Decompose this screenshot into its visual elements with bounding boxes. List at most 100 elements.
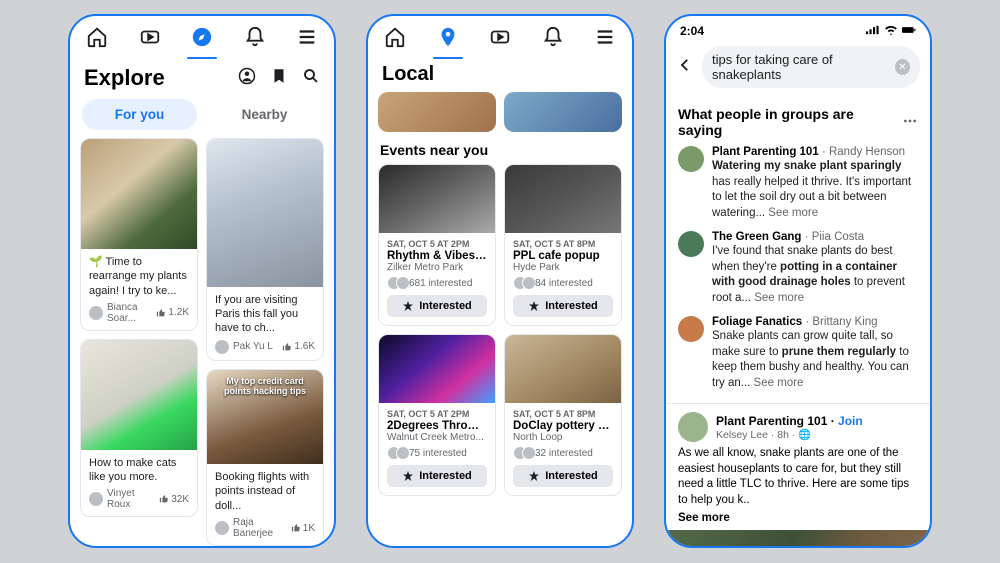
card-likes: 1.6K: [294, 341, 315, 352]
back-button[interactable]: [676, 56, 694, 79]
signal-icon: [866, 24, 880, 38]
bell-icon[interactable]: [542, 26, 564, 53]
explore-tabs: For you Nearby: [70, 99, 334, 138]
event-image: [505, 335, 621, 403]
search-icon[interactable]: [302, 67, 320, 90]
event-card[interactable]: SAT, OCT 5 AT 2PM Rhythm & Vibes Dan... …: [378, 164, 496, 326]
category-chip[interactable]: [504, 92, 622, 132]
avatar: [89, 492, 103, 506]
battery-icon: [902, 24, 916, 38]
status-time: 2:04: [680, 24, 704, 38]
interested-button[interactable]: Interested: [387, 295, 487, 317]
event-title: Rhythm & Vibes Dan...: [379, 249, 495, 262]
category-chip[interactable]: [378, 92, 496, 132]
event-card[interactable]: SAT, OCT 5 AT 2PM 2Degrees Throwback Wal…: [378, 334, 496, 496]
page-title: Explore: [84, 65, 165, 91]
post-image: [666, 530, 930, 548]
explore-icon[interactable]: [191, 26, 213, 53]
event-card[interactable]: SAT, OCT 5 AT 8PM PPL cafe popup Hyde Pa…: [504, 164, 622, 326]
group-snippet[interactable]: The Green Gang · Piia Costa I've found t…: [666, 231, 930, 316]
card-likes: 32K: [171, 494, 189, 505]
avatar: [215, 340, 229, 354]
event-title: PPL cafe popup: [505, 249, 621, 262]
post-text: As we all know, snake plants are one of …: [678, 446, 918, 508]
video-icon[interactable]: [489, 26, 511, 53]
event-interested-count: 75 interested: [379, 446, 495, 465]
event-interested-count: 32 interested: [505, 446, 621, 465]
group-avatar: [678, 231, 704, 257]
event-place: Zilker Metro Park: [379, 262, 495, 276]
join-link[interactable]: Join: [838, 414, 863, 428]
event-image: [379, 335, 495, 403]
tab-for-you[interactable]: For you: [82, 99, 197, 130]
event-image: [505, 165, 621, 233]
search-query-text: tips for taking care of snakeplants: [712, 52, 895, 82]
event-image: [379, 165, 495, 233]
card-likes: 1.2K: [168, 307, 189, 318]
see-more[interactable]: See more: [754, 292, 804, 304]
group-avatar: [678, 316, 704, 342]
card-likes: 1K: [303, 523, 315, 534]
card-author: Bianca Soar...: [107, 302, 152, 324]
home-icon[interactable]: [384, 26, 406, 53]
profile-icon[interactable]: [238, 67, 256, 90]
event-date: SAT, OCT 5 AT 8PM: [505, 233, 621, 249]
avatar: [89, 306, 103, 320]
more-icon[interactable]: [902, 113, 918, 132]
card-image: [207, 139, 323, 287]
section-heading: Events near you: [368, 138, 632, 164]
event-date: SAT, OCT 5 AT 8PM: [505, 403, 621, 419]
feed-card[interactable]: 🌱 Time to rearrange my plants again! I t…: [80, 138, 198, 331]
category-chips: [368, 92, 632, 138]
bell-icon[interactable]: [244, 26, 266, 53]
feed-card[interactable]: How to make cats like you more. Vinyet R…: [80, 339, 198, 518]
groups-section-heading: What people in groups are saying: [666, 106, 930, 146]
card-image: [81, 139, 197, 249]
page-title: Local: [368, 59, 632, 92]
avatar: [215, 521, 229, 535]
home-icon[interactable]: [86, 26, 108, 53]
group-snippet[interactable]: Foliage Fanatics · Brittany King Snake p…: [666, 316, 930, 401]
tab-nearby[interactable]: Nearby: [207, 99, 322, 130]
feed-card[interactable]: If you are visiting Paris this fall you …: [206, 138, 324, 361]
feed-card[interactable]: My top credit card points hacking tips B…: [206, 369, 324, 546]
card-caption: How to make cats like you more.: [81, 450, 197, 489]
phone-explore: Explore For you Nearby 🌱 Time to rearran…: [68, 14, 336, 548]
card-image: My top credit card points hacking tips: [207, 370, 323, 464]
event-interested-count: 681 interested: [379, 276, 495, 295]
card-author: Raja Banerjee: [233, 517, 287, 539]
card-caption: Booking flights with points instead of d…: [207, 464, 323, 517]
event-title: 2Degrees Throwback: [379, 419, 495, 432]
clear-icon[interactable]: ✕: [895, 59, 910, 75]
card-author: Pak Yu L: [233, 341, 273, 352]
group-snippet[interactable]: Plant Parenting 101 · Randy Henson Water…: [666, 146, 930, 231]
top-nav: [368, 16, 632, 59]
menu-icon[interactable]: [296, 26, 318, 53]
card-caption: 🌱 Time to rearrange my plants again! I t…: [81, 249, 197, 302]
interested-button[interactable]: Interested: [513, 465, 613, 487]
card-image: [81, 340, 197, 450]
search-row: tips for taking care of snakeplants ✕: [666, 42, 930, 96]
search-input[interactable]: tips for taking care of snakeplants ✕: [702, 46, 920, 88]
event-card[interactable]: SAT, OCT 5 AT 8PM DoClay pottery night N…: [504, 334, 622, 496]
video-icon[interactable]: [139, 26, 161, 53]
phone-local: Local Events near you SAT, OCT 5 AT 2PM …: [366, 14, 634, 548]
see-more[interactable]: See more: [754, 377, 804, 389]
phone-search: 2:04 tips for taking care of snakeplants…: [664, 14, 932, 548]
bookmark-icon[interactable]: [270, 67, 288, 90]
explore-header: Explore: [70, 59, 334, 99]
status-bar: 2:04: [666, 16, 930, 42]
see-more[interactable]: See more: [768, 207, 818, 219]
local-pin-icon[interactable]: [437, 26, 459, 53]
card-author: Vinyet Roux: [107, 488, 155, 510]
explore-feed: 🌱 Time to rearrange my plants again! I t…: [70, 138, 334, 546]
interested-button[interactable]: Interested: [513, 295, 613, 317]
menu-icon[interactable]: [594, 26, 616, 53]
top-nav: [70, 16, 334, 59]
group-avatar: [678, 146, 704, 172]
see-more[interactable]: See more: [678, 512, 918, 524]
interested-button[interactable]: Interested: [387, 465, 487, 487]
event-title: DoClay pottery night: [505, 419, 621, 432]
event-place: Walnut Creek Metro...: [379, 432, 495, 446]
full-post[interactable]: Plant Parenting 101 · Join Kelsey Lee · …: [666, 403, 930, 548]
